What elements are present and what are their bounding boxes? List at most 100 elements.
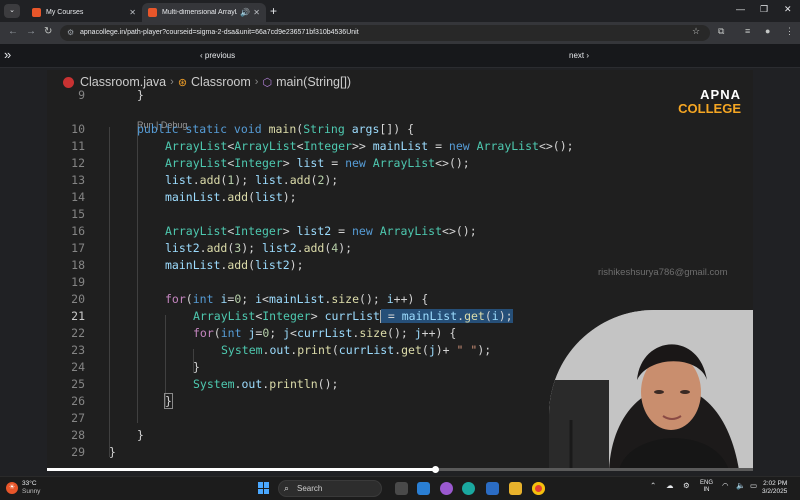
code-line: 11 ArrayList<ArrayList<Integer>> mainList… <box>47 138 753 155</box>
windows-taskbar: ☀ 33°C Sunny ⌕ Search ⌃ ☁ ⚙ ENG IN ◠ 🔈 ▭… <box>0 476 800 500</box>
text-selection: = mainList.get(i); <box>380 309 513 323</box>
search-icon: ⌕ <box>284 483 290 493</box>
line-code: for(int j=0; j<currList.size(); j++) { <box>193 326 457 340</box>
bookmark-star-icon[interactable]: ☆ <box>692 26 700 37</box>
close-icon[interactable]: ✕ <box>253 8 260 17</box>
url-text: apnacollege.in/path-player?courseid=sigm… <box>80 29 359 36</box>
code-line: 17 list2.add(3); list2.add(4); <box>47 240 753 257</box>
line-code: mainList.add(list2); <box>165 258 304 272</box>
code-line: 16 ArrayList<Integer> list2 = new ArrayLi… <box>47 223 753 240</box>
line-code: } <box>137 428 144 442</box>
edge-icon[interactable] <box>462 482 475 495</box>
wifi-icon[interactable]: ◠ <box>722 481 729 490</box>
profile-icon[interactable]: ● <box>765 26 770 36</box>
line-code: } <box>109 445 116 459</box>
video-player[interactable]: Classroom.java › ⊛ Classroom › ⬡ main(St… <box>47 70 753 470</box>
extensions-icon[interactable]: ⧉ <box>718 26 724 37</box>
browser-tab-bar: ⌄ My Courses ✕ Multi-dimensional ArrayLi… <box>0 0 800 22</box>
tray-app-icon[interactable]: ⚙ <box>683 481 690 490</box>
lang-top: ENG <box>700 480 714 486</box>
tab-search-button[interactable]: ⌄ <box>4 4 20 18</box>
search-placeholder: Search <box>297 484 323 493</box>
language-indicator[interactable]: ENG IN <box>700 480 713 494</box>
line-number: 12 <box>71 156 85 170</box>
weather-sun-icon: ☀ <box>6 482 18 494</box>
logo-text-bottom: COLLEGE <box>678 101 741 116</box>
code-line: 9} <box>47 87 753 104</box>
line-number: 23 <box>71 343 85 357</box>
previous-button[interactable]: ‹ previous <box>200 51 235 60</box>
weather-temp: 33°C <box>22 480 37 487</box>
windows-start-icon[interactable] <box>258 482 270 494</box>
line-code: mainList.add(list); <box>165 190 297 204</box>
code-line: 15 <box>47 206 753 223</box>
code-line: 12 ArrayList<Integer> list = new ArrayLis… <box>47 155 753 172</box>
tab-title: Multi-dimensional ArrayLi... <box>162 9 238 16</box>
line-number: 14 <box>71 190 85 204</box>
code-line: 20 for(int i=0; i<mainList.size(); i++) { <box>47 291 753 308</box>
tab-multi-dimensional-arraylist[interactable]: Multi-dimensional ArrayLi... 🔊 ✕ <box>142 3 266 22</box>
code-line: 13 list.add(1); list.add(2); <box>47 172 753 189</box>
menu-icon[interactable]: ⋮ <box>785 26 794 37</box>
line-number: 17 <box>71 241 85 255</box>
line-code: ArrayList<Integer> list = new ArrayList<… <box>165 156 470 170</box>
line-number: 26 <box>71 394 85 408</box>
java-file-icon <box>63 76 74 88</box>
tab-my-courses[interactable]: My Courses ✕ <box>26 3 142 22</box>
forward-button[interactable]: → <box>26 26 36 37</box>
video-progress-bar[interactable] <box>47 466 753 473</box>
line-number: 9 <box>78 88 85 102</box>
video-scrubber-handle[interactable] <box>432 466 440 473</box>
line-number: 29 <box>71 445 85 459</box>
apna-college-logo: APNA COLLEGE <box>678 88 741 116</box>
line-code: System.out.println(); <box>193 377 339 391</box>
line-number: 22 <box>71 326 85 340</box>
line-code: ArrayList<ArrayList<Integer>> mainList =… <box>165 139 574 153</box>
site-info-icon[interactable]: ⚙ <box>67 25 74 41</box>
line-number: 27 <box>71 411 85 425</box>
onedrive-icon[interactable]: ☁ <box>666 481 674 490</box>
address-bar[interactable]: ⚙ apnacollege.in/path-player?courseid=si… <box>60 25 710 41</box>
tray-chevron-icon[interactable]: ⌃ <box>650 481 656 490</box>
media-controls-icon[interactable]: ≡ <box>745 26 750 36</box>
file-explorer-icon[interactable] <box>509 482 522 495</box>
task-view-icon[interactable] <box>395 482 408 495</box>
line-code: System.out.print(currList.get(j)+ " "); <box>221 343 492 357</box>
taskbar-search[interactable]: ⌕ Search <box>278 480 382 497</box>
clock-time: 2:02 PM <box>763 480 788 487</box>
line-code: for(int i=0; i<mainList.size(); i++) { <box>165 292 429 306</box>
next-button[interactable]: next › <box>569 51 589 60</box>
tab-favicon <box>148 8 157 17</box>
store-icon[interactable] <box>486 482 499 495</box>
vscode-icon[interactable] <box>417 482 430 495</box>
line-code: ArrayList<Integer> list2 = new ArrayList… <box>165 224 477 238</box>
copilot-icon[interactable] <box>440 482 453 495</box>
line-number: 13 <box>71 173 85 187</box>
line-number: 25 <box>71 377 85 391</box>
weather-widget[interactable]: ☀ 33°C Sunny <box>6 480 40 496</box>
sidebar-toggle-icon[interactable]: » <box>4 47 11 62</box>
line-number: 21 <box>71 309 85 323</box>
course-player-bar: » ‹ previous next › <box>0 44 800 68</box>
minimize-button[interactable]: — <box>736 4 745 14</box>
speaker-icon[interactable]: 🔊 <box>240 8 250 17</box>
line-number: 15 <box>71 207 85 221</box>
code-line: 14 mainList.add(list); <box>47 189 753 206</box>
lang-bottom: IN <box>703 487 710 493</box>
chrome-icon[interactable] <box>532 482 545 495</box>
logo-text-top: APNA <box>700 87 741 102</box>
volume-icon[interactable]: 🔈 <box>736 481 745 490</box>
battery-icon[interactable]: ▭ <box>750 481 757 490</box>
line-code: } <box>164 393 173 409</box>
reload-button[interactable]: ↻ <box>44 26 52 37</box>
window-close-button[interactable]: ✕ <box>784 4 792 15</box>
maximize-button[interactable]: ❐ <box>760 4 768 15</box>
new-tab-button[interactable]: + <box>270 4 277 18</box>
back-button[interactable]: ← <box>8 26 18 37</box>
clock-date: 3/2/2025 <box>762 488 788 495</box>
close-icon[interactable]: ✕ <box>129 8 136 17</box>
system-clock[interactable]: 2:02 PM 3/2/2025 <box>762 480 787 496</box>
code-line: 10 public static void main(String args[])… <box>47 121 753 138</box>
line-code: } <box>137 88 144 102</box>
line-number: 19 <box>71 275 85 289</box>
